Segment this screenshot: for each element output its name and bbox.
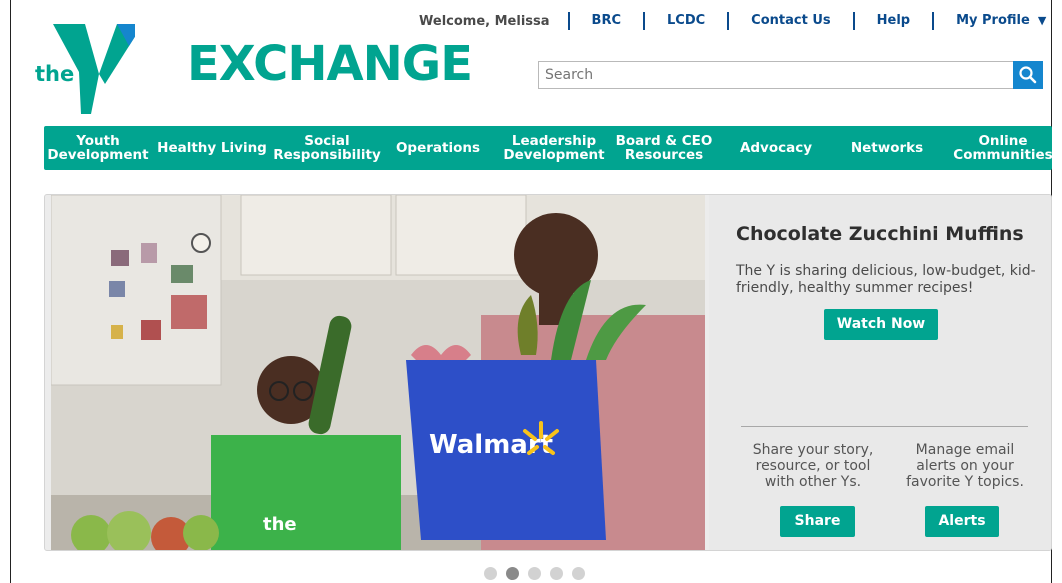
carousel-dot-2[interactable] bbox=[506, 567, 519, 580]
search-icon bbox=[1019, 66, 1037, 84]
carousel-dot-4[interactable] bbox=[550, 567, 563, 580]
watch-now-button[interactable]: Watch Now bbox=[824, 309, 938, 340]
link-contact-us[interactable]: Contact Us bbox=[727, 12, 852, 30]
site-title[interactable]: EXCHANGE bbox=[187, 40, 473, 88]
hero-panel: Chocolate Zucchini Muffins The Y is shar… bbox=[709, 195, 1051, 550]
my-profile-label: My Profile bbox=[956, 13, 1030, 28]
my-profile-link[interactable]: My Profile ▼ bbox=[932, 12, 1050, 30]
carousel-dot-1[interactable] bbox=[484, 567, 497, 580]
logo-the-text: the bbox=[35, 62, 75, 86]
ymca-small-text: YMCA bbox=[96, 85, 108, 105]
share-text: Share your story, resource, or tool with… bbox=[752, 442, 874, 490]
share-button[interactable]: Share bbox=[780, 506, 855, 537]
shirt-logo-text: the bbox=[263, 514, 297, 535]
chevron-down-icon: ▼ bbox=[1037, 14, 1047, 27]
nav-social-responsibility[interactable]: Social Responsibility bbox=[273, 134, 381, 162]
carousel-dot-3[interactable] bbox=[528, 567, 541, 580]
hero-carousel: the Walmart Chocolate Zucchini Muffins T… bbox=[44, 194, 1052, 551]
page-frame: YMCA the EXCHANGE Welcome, Melissa BRC L… bbox=[10, 0, 1053, 583]
nav-networks[interactable]: Networks bbox=[851, 141, 923, 155]
nav-advocacy[interactable]: Advocacy bbox=[740, 141, 812, 155]
hero-description: The Y is sharing delicious, low-budget, … bbox=[736, 263, 1036, 296]
carousel-dots bbox=[484, 567, 585, 580]
main-nav: Youth Development Healthy Living Social Re… bbox=[44, 126, 1053, 170]
search-box bbox=[538, 61, 1043, 89]
search-input[interactable] bbox=[539, 62, 1009, 88]
nav-leadership-development[interactable]: Leadership Development bbox=[503, 134, 604, 162]
top-links: Welcome, Melissa BRC LCDC Contact Us Hel… bbox=[419, 8, 1050, 34]
kitchen-scene: the Walmart bbox=[51, 195, 705, 550]
hero-title: Chocolate Zucchini Muffins bbox=[736, 223, 1024, 245]
hero-image[interactable]: the Walmart bbox=[51, 195, 705, 550]
nav-operations[interactable]: Operations bbox=[396, 141, 480, 155]
alerts-text: Manage email alerts on your favorite Y t… bbox=[906, 442, 1024, 490]
link-lcdc[interactable]: LCDC bbox=[643, 12, 727, 30]
link-help[interactable]: Help bbox=[852, 12, 932, 30]
search-button[interactable] bbox=[1013, 61, 1043, 89]
nav-board-ceo-resources[interactable]: Board & CEO Resources bbox=[616, 134, 713, 162]
carousel-dot-5[interactable] bbox=[572, 567, 585, 580]
nav-healthy-living[interactable]: Healthy Living bbox=[157, 141, 267, 155]
alerts-button[interactable]: Alerts bbox=[925, 506, 999, 537]
panel-divider bbox=[741, 426, 1028, 427]
link-brc[interactable]: BRC bbox=[567, 12, 643, 30]
nav-online-communities[interactable]: Online Communities bbox=[953, 134, 1052, 162]
nav-youth-development[interactable]: Youth Development bbox=[47, 134, 148, 162]
bag-logo-text: Walmart bbox=[429, 430, 553, 460]
welcome-text: Welcome, Melissa bbox=[419, 13, 550, 29]
